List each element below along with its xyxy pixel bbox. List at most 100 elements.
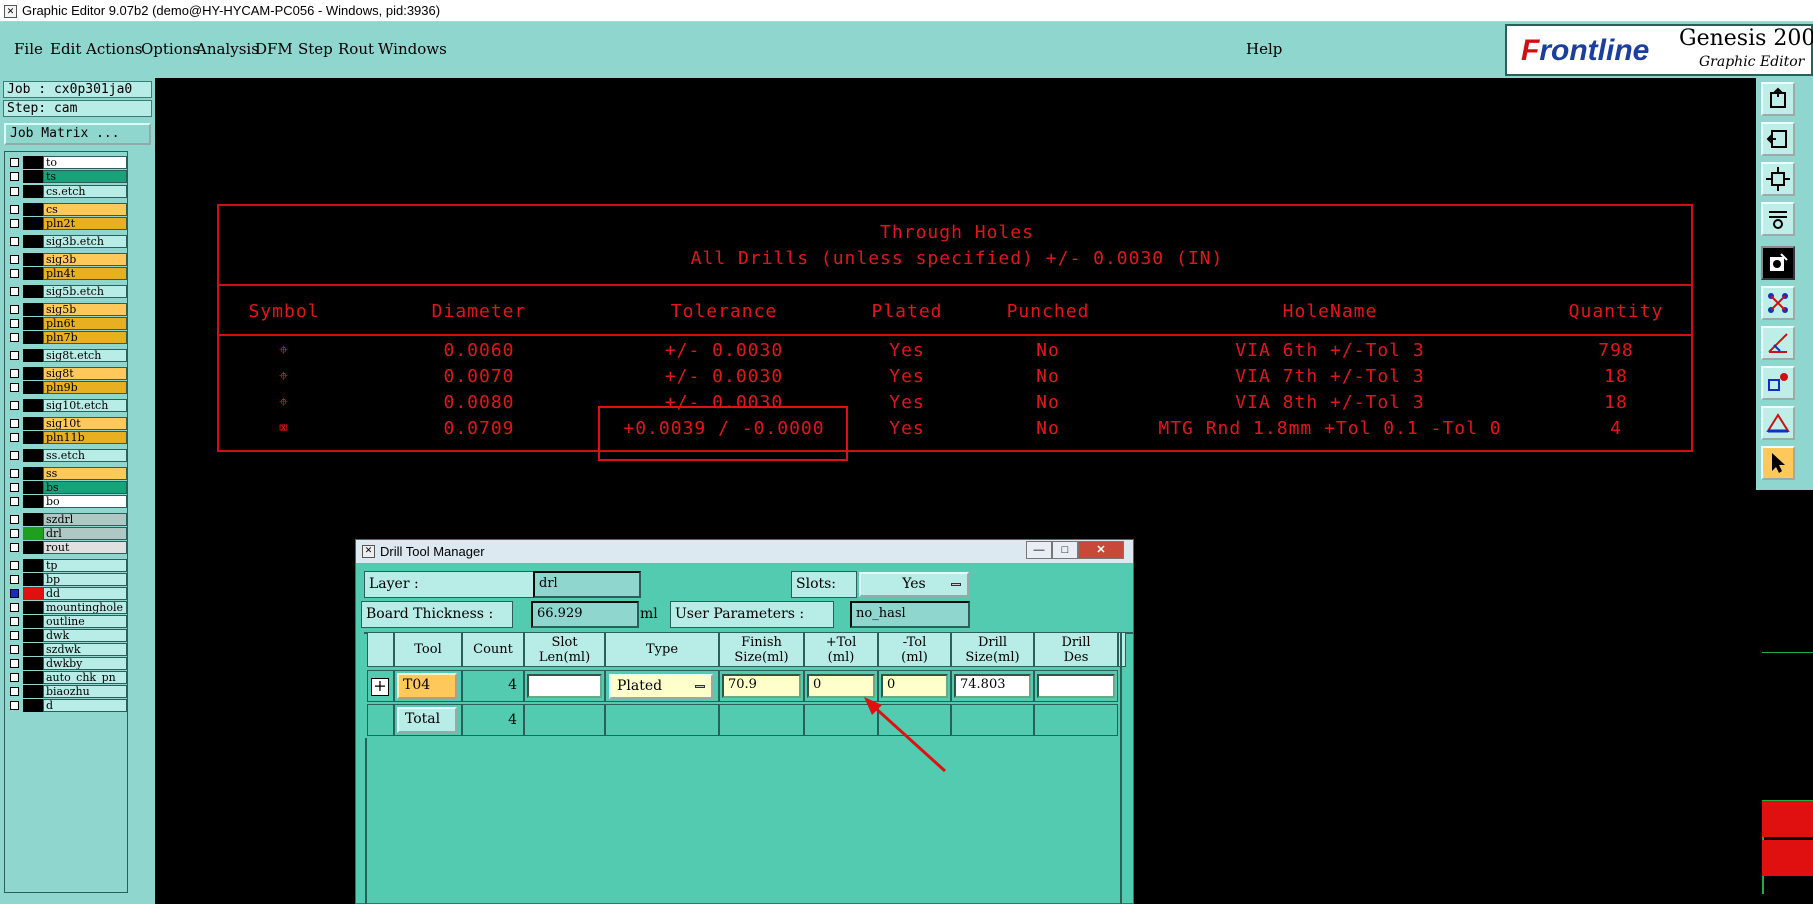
layer-row-pln6t[interactable]: pln6t bbox=[7, 317, 127, 330]
layer-checkbox[interactable] bbox=[10, 659, 19, 668]
layer-name[interactable]: sig5b.etch bbox=[43, 285, 127, 298]
layer-name[interactable]: cs.etch bbox=[43, 185, 127, 198]
layer-checkbox[interactable] bbox=[10, 603, 19, 612]
layer-name[interactable]: ts bbox=[43, 170, 127, 183]
layer-name[interactable]: pln6t bbox=[43, 317, 127, 330]
menu-analysis[interactable]: Analysis bbox=[196, 40, 259, 58]
layer-checkbox[interactable] bbox=[10, 687, 19, 696]
menu-dfm[interactable]: DFM bbox=[255, 40, 293, 58]
layer-row-cs.etch[interactable]: cs.etch bbox=[7, 185, 127, 198]
layer-row-sig3b[interactable]: sig3b bbox=[7, 253, 127, 266]
layer-row-sig5b[interactable]: sig5b bbox=[7, 303, 127, 316]
layer-checkbox[interactable] bbox=[10, 351, 19, 360]
layer-checkbox[interactable] bbox=[10, 269, 19, 278]
layer-field[interactable]: drl bbox=[533, 571, 641, 598]
layer-name[interactable]: drl bbox=[43, 527, 127, 540]
layer-checkbox[interactable] bbox=[10, 305, 19, 314]
layer-row-szdwk[interactable]: szdwk bbox=[7, 643, 127, 656]
layer-row-pln2t[interactable]: pln2t bbox=[7, 217, 127, 230]
layer-name[interactable]: sig3b.etch bbox=[43, 235, 127, 248]
layer-checkbox[interactable] bbox=[10, 419, 19, 428]
tool-btn-1-icon[interactable] bbox=[1761, 82, 1795, 116]
layer-row-outline[interactable]: outline bbox=[7, 615, 127, 628]
zoom-fit-icon[interactable] bbox=[1761, 162, 1795, 196]
layer-name[interactable]: d bbox=[43, 699, 127, 712]
layer-checkbox[interactable] bbox=[10, 401, 19, 410]
layer-name[interactable]: outline bbox=[43, 615, 127, 628]
layer-name[interactable]: dd bbox=[43, 587, 127, 600]
user-parameters-field[interactable]: no_hasl bbox=[850, 601, 970, 628]
layer-name[interactable]: sig8t.etch bbox=[43, 349, 127, 362]
layer-checkbox[interactable] bbox=[10, 701, 19, 710]
layer-checkbox[interactable] bbox=[10, 383, 19, 392]
layer-name[interactable]: sig8t bbox=[43, 367, 127, 380]
layer-name[interactable]: bp bbox=[43, 573, 127, 586]
layer-name[interactable]: sig10t bbox=[43, 417, 127, 430]
tool-btn-5-icon[interactable] bbox=[1761, 246, 1795, 280]
total-button[interactable]: Total bbox=[397, 707, 457, 733]
layer-name[interactable]: dwk bbox=[43, 629, 127, 642]
layer-name[interactable]: mountinghole bbox=[43, 601, 127, 614]
menu-actions[interactable]: Actions bbox=[86, 40, 142, 58]
layer-row-ss[interactable]: ss bbox=[7, 467, 127, 480]
layer-name[interactable]: ss.etch bbox=[43, 449, 127, 462]
layer-checkbox[interactable] bbox=[10, 158, 19, 167]
layer-checkbox[interactable] bbox=[10, 575, 19, 584]
maximize-icon[interactable]: □ bbox=[1052, 541, 1078, 559]
menu-edit[interactable]: Edit bbox=[50, 40, 81, 58]
layer-row-pln11b[interactable]: pln11b bbox=[7, 431, 127, 444]
layer-name[interactable]: pln4t bbox=[43, 267, 127, 280]
layer-name[interactable]: pln9b bbox=[43, 381, 127, 394]
layer-name[interactable]: rout bbox=[43, 541, 127, 554]
drill-size-input[interactable]: 74.803 bbox=[954, 674, 1031, 698]
layer-checkbox[interactable] bbox=[10, 433, 19, 442]
menu-windows[interactable]: Windows bbox=[378, 40, 447, 58]
layer-checkbox[interactable] bbox=[10, 589, 19, 598]
layer-checkbox[interactable] bbox=[10, 617, 19, 626]
layer-row-bo[interactable]: bo bbox=[7, 495, 127, 508]
layer-name[interactable]: sig10t.etch bbox=[43, 399, 127, 412]
layer-row-pln9b[interactable]: pln9b bbox=[7, 381, 127, 394]
layer-name[interactable]: szdwk bbox=[43, 643, 127, 656]
tool-button[interactable]: T04 bbox=[397, 673, 457, 699]
close-icon[interactable]: ✕ bbox=[1078, 541, 1124, 559]
layer-checkbox[interactable] bbox=[10, 219, 19, 228]
finish-size-input[interactable]: 70.9 bbox=[722, 674, 801, 698]
layer-row-dd[interactable]: dd bbox=[7, 587, 127, 600]
layer-name[interactable]: cs bbox=[43, 203, 127, 216]
tool-btn-8-icon[interactable] bbox=[1761, 366, 1795, 400]
job-matrix-button[interactable]: Job Matrix ... bbox=[4, 123, 151, 145]
select-pointer-icon[interactable] bbox=[1761, 446, 1795, 480]
layer-row-drl[interactable]: drl bbox=[7, 527, 127, 540]
layer-row-sig8t[interactable]: sig8t bbox=[7, 367, 127, 380]
layer-name[interactable]: szdrl bbox=[43, 513, 127, 526]
layer-name[interactable]: auto_chk_pn bbox=[43, 671, 127, 684]
layer-checkbox[interactable] bbox=[10, 645, 19, 654]
layer-checkbox[interactable] bbox=[10, 497, 19, 506]
layer-row-dwk[interactable]: dwk bbox=[7, 629, 127, 642]
layer-name[interactable]: ss bbox=[43, 467, 127, 480]
layer-row-sig3b.etch[interactable]: sig3b.etch bbox=[7, 235, 127, 248]
expand-toggle[interactable]: + bbox=[371, 678, 389, 696]
layer-checkbox[interactable] bbox=[10, 451, 19, 460]
layer-row-ts[interactable]: ts bbox=[7, 170, 127, 183]
layer-checkbox[interactable] bbox=[10, 369, 19, 378]
menu-rout[interactable]: Rout bbox=[338, 40, 374, 58]
layer-row-auto_chk_pn[interactable]: auto_chk_pn bbox=[7, 671, 127, 684]
layer-checkbox[interactable] bbox=[10, 333, 19, 342]
layer-row-ss.etch[interactable]: ss.etch bbox=[7, 449, 127, 462]
layer-name[interactable]: tp bbox=[43, 559, 127, 572]
layer-checkbox[interactable] bbox=[10, 469, 19, 478]
layer-checkbox[interactable] bbox=[10, 561, 19, 570]
layer-name[interactable]: sig5b bbox=[43, 303, 127, 316]
slot-len-input[interactable] bbox=[527, 674, 602, 698]
layer-row-sig10t[interactable]: sig10t bbox=[7, 417, 127, 430]
layer-checkbox[interactable] bbox=[10, 187, 19, 196]
layer-checkbox[interactable] bbox=[10, 255, 19, 264]
tool-btn-9-icon[interactable] bbox=[1761, 406, 1795, 440]
layer-row-tp[interactable]: tp bbox=[7, 559, 127, 572]
slots-dropdown[interactable]: Yes bbox=[859, 572, 969, 597]
layer-row-biaozhu[interactable]: biaozhu bbox=[7, 685, 127, 698]
layer-checkbox[interactable] bbox=[10, 483, 19, 492]
layer-row-rout[interactable]: rout bbox=[7, 541, 127, 554]
